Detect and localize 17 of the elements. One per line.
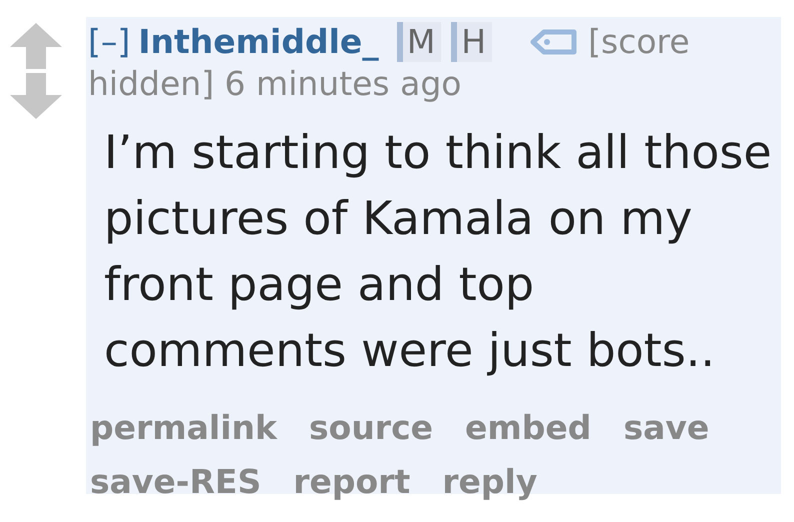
upvote-icon[interactable] [10,23,62,69]
action-link[interactable]: save [623,405,710,451]
user-tag: H [451,22,492,62]
author-link[interactable]: Inthemiddle_ [138,21,379,63]
action-link[interactable]: save-RES [90,459,262,505]
tag-icon[interactable] [530,29,578,55]
action-link[interactable]: reply [442,459,538,505]
collapse-link[interactable]: [–] [88,21,130,63]
score-text: [score [588,21,690,63]
user-tag: M [396,22,442,62]
comment-text: I’m starting to think all those pictures of Kamala on my front page and top comments were just bots.. [104,124,773,379]
action-link[interactable]: report [293,459,410,505]
score-time: hidden] 6 minutes ago [88,63,462,105]
action-link[interactable]: embed [465,405,592,451]
action-link[interactable]: permalink [90,405,277,451]
action-link[interactable]: source [309,405,434,451]
downvote-icon[interactable] [10,73,62,119]
